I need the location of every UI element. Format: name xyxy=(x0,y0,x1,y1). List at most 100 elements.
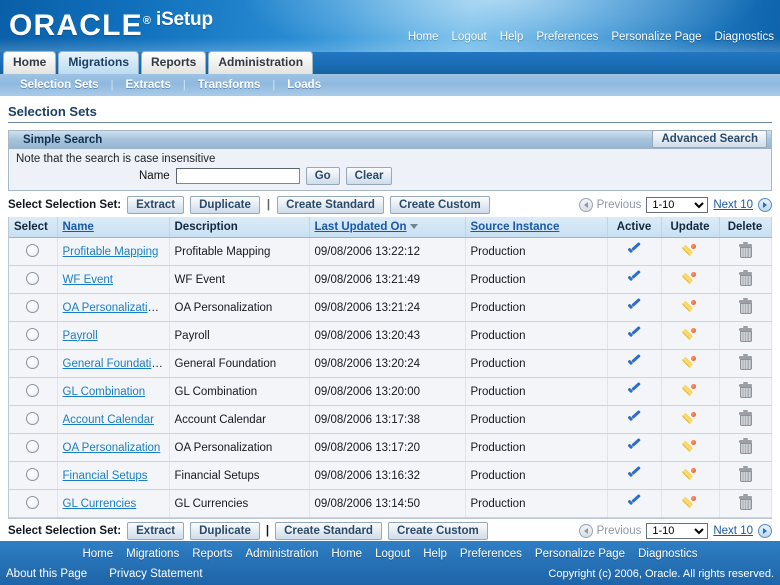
trash-icon[interactable] xyxy=(738,298,752,314)
pencil-icon[interactable] xyxy=(681,495,698,510)
create-standard-button-top[interactable]: Create Standard xyxy=(277,196,384,214)
row-last-updated-on-cell: 09/08/2006 13:20:24 xyxy=(309,349,466,378)
row-name-link[interactable]: GL Combination xyxy=(63,386,146,398)
footer-nav-link[interactable]: Personalize Page xyxy=(535,548,625,560)
row-radio-button[interactable] xyxy=(26,271,40,285)
row-radio-button[interactable] xyxy=(26,327,40,341)
trash-icon[interactable] xyxy=(738,270,752,286)
pencil-icon[interactable] xyxy=(681,243,698,258)
page-range-select-bottom[interactable]: 1-10 xyxy=(646,523,709,539)
global-nav-logout[interactable]: Logout xyxy=(452,31,487,43)
privacy-statement-link[interactable]: Privacy Statement xyxy=(109,568,202,580)
footer-nav-link[interactable]: Home xyxy=(331,548,362,560)
row-name-link[interactable]: Financial Setups xyxy=(63,470,148,482)
go-button[interactable]: Go xyxy=(305,167,340,185)
next-link-bottom[interactable]: Next 10 xyxy=(713,525,753,537)
pencil-icon[interactable] xyxy=(681,271,698,286)
row-name-link[interactable]: Account Calendar xyxy=(63,414,154,426)
duplicate-button-bottom[interactable]: Duplicate xyxy=(190,522,260,540)
tab-reports[interactable]: Reports xyxy=(141,51,207,74)
row-radio-button[interactable] xyxy=(26,411,40,425)
selection-sets-table-wrap: Select Name Description Last Updated On … xyxy=(8,217,772,519)
row-active-cell xyxy=(607,461,662,490)
global-nav-help[interactable]: Help xyxy=(500,31,524,43)
pencil-icon[interactable] xyxy=(681,383,698,398)
pencil-icon[interactable] xyxy=(681,299,698,314)
trash-icon[interactable] xyxy=(738,326,752,342)
create-custom-button-bottom[interactable]: Create Custom xyxy=(387,522,488,540)
table-row: GL Currencies GL Currencies 09/08/2006 13:… xyxy=(9,489,772,518)
pencil-icon[interactable] xyxy=(681,327,698,342)
pencil-icon[interactable] xyxy=(681,467,698,482)
pencil-icon[interactable] xyxy=(681,439,698,454)
extract-button-bottom[interactable]: Extract xyxy=(127,522,185,540)
row-radio-button[interactable] xyxy=(26,467,40,481)
next-arrow-icon[interactable] xyxy=(758,524,772,538)
trash-icon[interactable] xyxy=(738,242,752,258)
trash-icon[interactable] xyxy=(738,438,752,454)
row-name-link[interactable]: GL Currencies xyxy=(63,498,137,510)
duplicate-button-top[interactable]: Duplicate xyxy=(190,196,260,214)
row-radio-button[interactable] xyxy=(26,495,40,509)
previous-control-top: Previous xyxy=(578,198,641,212)
page-range-select-top[interactable]: 1-10 xyxy=(646,197,709,213)
row-name-link[interactable]: OA Personalization 1 xyxy=(63,302,169,314)
global-nav-diagnostics[interactable]: Diagnostics xyxy=(715,31,774,43)
row-name-cell: Financial Setups xyxy=(57,461,170,490)
footer-nav-link[interactable]: Logout xyxy=(375,548,410,560)
pencil-icon[interactable] xyxy=(681,411,698,426)
next-link-top[interactable]: Next 10 xyxy=(713,199,753,211)
row-name-cell: WF Event xyxy=(57,265,170,294)
subnav-item-selection-sets[interactable]: Selection Sets xyxy=(8,79,111,91)
row-last-updated-on-cell: 09/08/2006 13:17:38 xyxy=(309,405,466,434)
next-arrow-icon[interactable] xyxy=(758,198,772,212)
table-row: Account Calendar Account Calendar 09/08/20… xyxy=(9,405,772,434)
footer-nav-link[interactable]: Home xyxy=(82,548,113,560)
trash-icon[interactable] xyxy=(738,494,752,510)
footer-nav-link[interactable]: Help xyxy=(423,548,447,560)
about-this-page-link[interactable]: About this Page xyxy=(6,568,87,580)
row-select-cell xyxy=(9,489,58,518)
create-custom-button-top[interactable]: Create Custom xyxy=(389,196,490,214)
global-nav-personalize-page[interactable]: Personalize Page xyxy=(611,31,701,43)
tab-migrations[interactable]: Migrations xyxy=(58,51,140,74)
registered-trademark-icon: ® xyxy=(142,15,151,27)
row-radio-button[interactable] xyxy=(26,299,40,313)
footer-nav-link[interactable]: Diagnostics xyxy=(638,548,697,560)
row-name-cell: Account Calendar xyxy=(57,405,170,434)
trash-icon[interactable] xyxy=(738,466,752,482)
col-header-source-instance-sort-link[interactable]: Source Instance xyxy=(471,221,560,233)
subnav-item-transforms[interactable]: Transforms xyxy=(186,79,273,91)
subnav-item-extracts[interactable]: Extracts xyxy=(113,79,182,91)
row-name-link[interactable]: Payroll xyxy=(63,330,98,342)
trash-icon[interactable] xyxy=(738,382,752,398)
row-name-link[interactable]: WF Event xyxy=(63,274,113,286)
row-name-link[interactable]: OA Personalization xyxy=(63,442,161,454)
advanced-search-button[interactable]: Advanced Search xyxy=(652,130,767,148)
row-radio-button[interactable] xyxy=(26,355,40,369)
tab-administration[interactable]: Administration xyxy=(208,51,314,74)
row-name-link[interactable]: Profitable Mapping xyxy=(63,246,159,258)
footer-nav-link[interactable]: Migrations xyxy=(126,548,179,560)
global-nav-preferences[interactable]: Preferences xyxy=(536,31,598,43)
pencil-icon[interactable] xyxy=(681,355,698,370)
footer-nav-link[interactable]: Reports xyxy=(192,548,232,560)
row-radio-button[interactable] xyxy=(26,243,40,257)
global-nav-home[interactable]: Home xyxy=(408,31,439,43)
subnav-item-loads[interactable]: Loads xyxy=(275,79,333,91)
row-name-link[interactable]: General Foundation xyxy=(63,358,165,370)
footer-nav-link[interactable]: Administration xyxy=(246,548,319,560)
row-radio-button[interactable] xyxy=(26,383,40,397)
trash-icon[interactable] xyxy=(738,410,752,426)
extract-button-top[interactable]: Extract xyxy=(127,196,185,214)
create-standard-button-bottom[interactable]: Create Standard xyxy=(275,522,382,540)
col-header-last-updated-on-sort-link[interactable]: Last Updated On xyxy=(315,221,407,233)
trash-icon[interactable] xyxy=(738,354,752,370)
row-radio-button[interactable] xyxy=(26,439,40,453)
row-description-cell: Payroll xyxy=(169,321,310,350)
col-header-name-sort-link[interactable]: Name xyxy=(63,221,94,233)
footer-nav-link[interactable]: Preferences xyxy=(460,548,522,560)
clear-button[interactable]: Clear xyxy=(345,167,393,185)
tab-home[interactable]: Home xyxy=(3,51,57,74)
search-name-input[interactable] xyxy=(175,168,300,184)
